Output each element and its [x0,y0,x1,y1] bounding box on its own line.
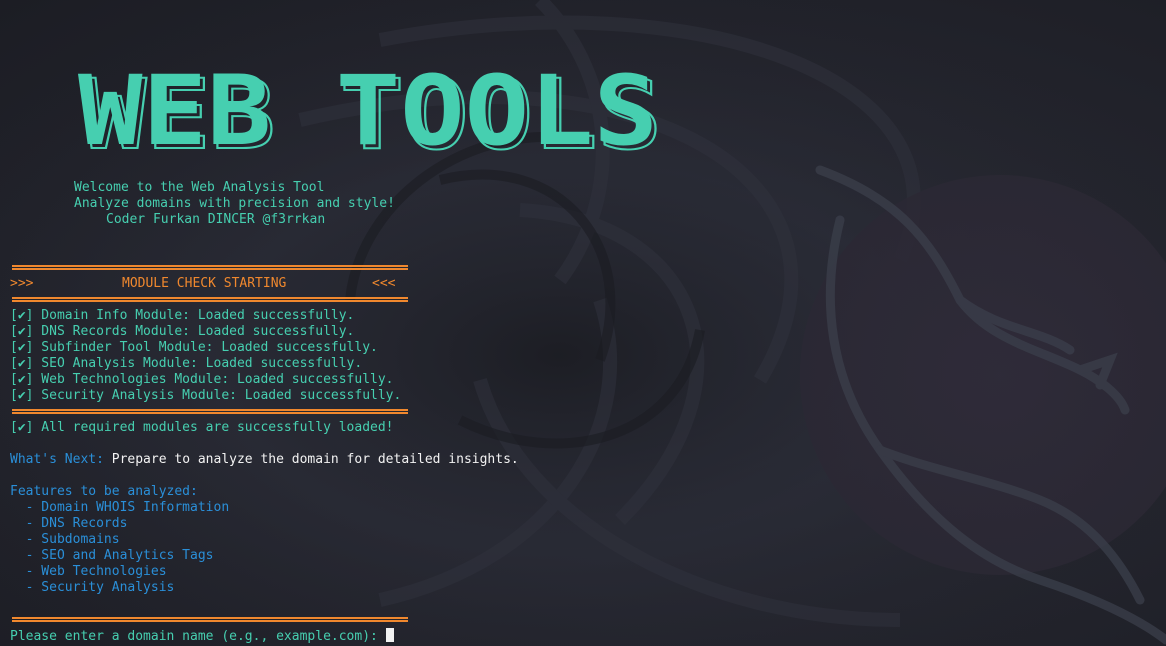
module-line: [✔] Web Technologies Module: Loaded succ… [10,372,394,387]
next-step-line: What's Next: Prepare to analyze the doma… [10,452,519,468]
credit-line: Coder Furkan DINCER @f3rrkan [106,212,326,227]
module-check-right-marker: <<< [372,276,396,291]
module-line: [✔] Security Analysis Module: Loaded suc… [10,388,402,403]
feature-item: - DNS Records [10,516,128,531]
domain-prompt-label: Please enter a domain name (e.g., exampl… [10,629,386,644]
feature-item: - Subdomains [10,532,120,547]
feature-item: - SEO and Analytics Tags [10,548,214,563]
terminal-window[interactable]: WEB TOOLS WEB TOOLS Welcome to the Web A… [0,0,1166,646]
module-check-left-marker: >>> [10,276,34,291]
divider-header-bottom [12,297,408,302]
module-line: [✔] DNS Records Module: Loaded successfu… [10,324,355,339]
next-step-label: What's Next: [10,452,104,467]
modules-summary: [✔] All required modules are successfull… [10,420,394,435]
module-line: [✔] Subfinder Tool Module: Loaded succes… [10,340,378,355]
module-check-heading: MODULE CHECK STARTING [122,276,287,291]
welcome-line: Welcome to the Web Analysis Tool [74,180,325,195]
text-cursor [385,628,394,642]
divider-top [12,265,408,270]
divider-prompt [12,617,408,622]
feature-item: - Security Analysis [10,580,175,595]
banner-title-text: WEB TOOLS [78,64,658,160]
feature-item: - Web Technologies [10,564,167,579]
next-step-text: Prepare to analyze the domain for detail… [111,452,519,467]
module-line: [✔] Domain Info Module: Loaded successfu… [10,308,355,323]
banner-title-art: WEB TOOLS WEB TOOLS [78,64,662,160]
tagline-line: Analyze domains with precision and style… [74,196,395,211]
divider-modules-bottom [12,409,408,414]
module-line: [✔] SEO Analysis Module: Loaded successf… [10,356,363,371]
features-heading: Features to be analyzed: [10,484,198,499]
feature-item: - Domain WHOIS Information [10,500,230,515]
domain-prompt-line[interactable]: Please enter a domain name (e.g., exampl… [10,628,394,644]
